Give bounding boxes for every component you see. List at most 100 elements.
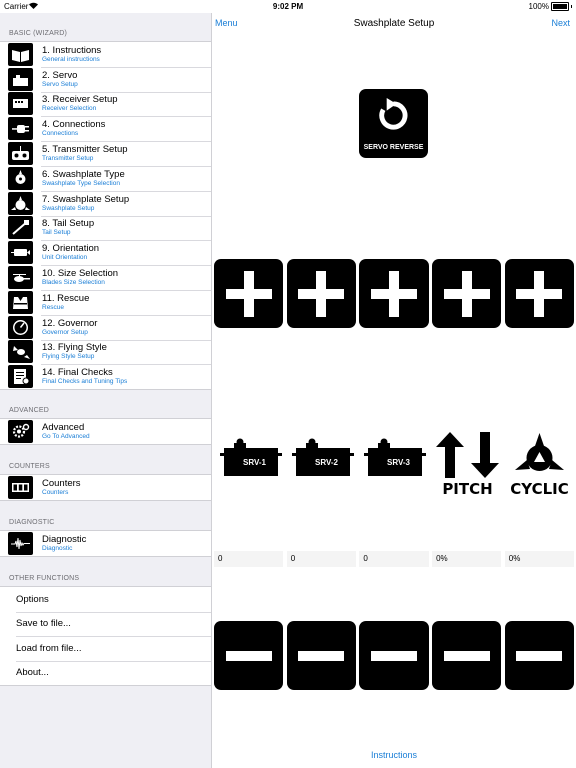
next-button[interactable]: Next	[551, 18, 570, 28]
minus-button-srv2[interactable]	[286, 621, 356, 690]
book-icon	[8, 42, 33, 66]
sidebar-item-title: Advanced	[42, 422, 85, 433]
sidebar-item-title: 9. Orientation	[42, 243, 100, 255]
transmitter-icon	[8, 142, 33, 166]
rescue-vest-icon	[8, 290, 33, 314]
sidebar-item-subtitle: Flying Style Setup	[42, 353, 95, 361]
sidebar-item-title: 11. Rescue	[42, 292, 90, 304]
plus-button-srv1[interactable]	[214, 259, 284, 328]
minus-button-cyclic[interactable]	[504, 621, 574, 690]
reverse-arrow-icon	[379, 98, 408, 130]
plus-button-row	[214, 259, 574, 328]
battery-percent: 100%	[528, 2, 549, 11]
swashplate-icon	[8, 191, 33, 215]
minus-button-srv1[interactable]	[214, 621, 284, 690]
sidebar-item-10[interactable]: 10. Size Selection Blades Size Selection	[0, 265, 211, 290]
basic-wizard-list: 1. Instructions General instructions 2. Se…	[0, 41, 211, 391]
servo-reverse-label: SERVO REVERSE	[363, 144, 424, 151]
sidebar-item-subtitle: Rescue	[42, 303, 65, 311]
other-functions-list: Options Save to file... Load from file..…	[0, 586, 211, 686]
load-from-file-item[interactable]: Load from file...	[0, 636, 211, 661]
sidebar-item-subtitle: Final Checks and Tuning Tips	[42, 378, 128, 386]
sidebar-item-subtitle: Go To Advanced	[42, 433, 90, 440]
sidebar-item-8[interactable]: 8. Tail Setup Tail Setup	[0, 215, 211, 241]
servo-label: SRV-3	[387, 458, 410, 467]
section-header-other: OTHER FUNCTIONS	[9, 575, 80, 582]
minus-icon	[516, 650, 563, 661]
counter-icon	[8, 476, 33, 499]
servo-label: SRV-1	[243, 458, 266, 467]
minus-icon	[225, 650, 272, 661]
minus-button-pitch[interactable]	[432, 621, 502, 690]
plus-button-cyclic[interactable]	[504, 259, 574, 328]
sidebar-item-6[interactable]: 6. Swashplate Type Swashplate Type Select…	[0, 165, 211, 191]
sidebar-item-subtitle: Servo Setup	[42, 80, 78, 88]
servo-3: SRV-3	[364, 433, 433, 503]
sidebar-item-title: 5. Transmitter Setup	[42, 144, 128, 156]
sidebar-item-title: Diagnostic	[42, 534, 87, 545]
sidebar-item-advanced[interactable]: Advanced Go To Advanced	[0, 419, 211, 444]
sidebar-item-subtitle: Connections	[42, 130, 79, 138]
plus-button-pitch[interactable]	[432, 259, 502, 328]
pitch-label: PITCH	[442, 480, 493, 498]
servo-2: SRV-2	[292, 433, 361, 503]
value-pitch: 0%	[432, 551, 502, 567]
minus-icon	[298, 650, 345, 661]
sidebar-item-subtitle: Counters	[42, 489, 69, 496]
sidebar-item-title: 1. Instructions	[42, 44, 102, 56]
sidebar-item-title: 8. Tail Setup	[42, 218, 95, 230]
options-item[interactable]: Options	[0, 587, 211, 612]
cyclic-swashplate-icon	[515, 433, 564, 471]
sidebar-item-counters[interactable]: Counters Counters	[0, 475, 211, 500]
sidebar-item-11[interactable]: 11. Rescue Rescue	[0, 289, 211, 315]
sidebar-item-subtitle: Unit Orientation	[42, 254, 88, 262]
sidebar: BASIC (WIZARD) 1. Instructions General in…	[0, 13, 212, 768]
sidebar-item-14[interactable]: 14. Final Checks Final Checks and Tuning …	[0, 364, 211, 389]
instructions-link[interactable]: Instructions	[212, 750, 576, 760]
sidebar-item-3[interactable]: 3. Receiver Setup Receiver Selection	[0, 91, 211, 117]
plus-button-srv2[interactable]	[286, 259, 356, 328]
tail-icon	[8, 216, 33, 240]
sidebar-item-4[interactable]: 4. Connections Connections	[0, 116, 211, 141]
about-item[interactable]: About...	[0, 660, 211, 686]
minus-icon	[370, 650, 417, 661]
waveform-icon	[8, 532, 33, 555]
battery-indicator: 100%	[529, 2, 572, 11]
sidebar-item-7[interactable]: 7. Swashplate Setup Swashplate Setup	[0, 190, 211, 216]
sidebar-item-9[interactable]: 9. Orientation Unit Orientation	[0, 240, 211, 265]
sidebar-item-1[interactable]: 1. Instructions General instructions	[0, 42, 211, 67]
sidebar-item-title: Counters	[42, 478, 81, 489]
servo-icon	[8, 67, 33, 91]
minus-button-srv3[interactable]	[359, 621, 429, 690]
save-to-file-item[interactable]: Save to file...	[0, 611, 211, 637]
sidebar-item-subtitle: Governor Setup	[42, 328, 88, 336]
gears-icon	[8, 420, 33, 443]
sidebar-item-subtitle: General instructions	[42, 55, 100, 63]
status-bar: Carrier 9:02 PM 100%	[0, 0, 576, 13]
cyclic-label: CYCLIC	[510, 480, 569, 498]
value-srv1: 0	[214, 551, 284, 567]
sidebar-item-2[interactable]: 2. Servo Servo Setup	[0, 66, 211, 92]
sidebar-item-title: 7. Swashplate Setup	[42, 193, 130, 205]
pitch-control: PITCH	[433, 432, 502, 503]
sidebar-item-5[interactable]: 5. Transmitter Setup Transmitter Setup	[0, 141, 211, 166]
helicopter-size-icon	[8, 266, 33, 290]
sidebar-item-title: 10. Size Selection	[42, 268, 119, 280]
page-title: Swashplate Setup	[353, 18, 435, 29]
sidebar-item-12[interactable]: 12. Governor Governor Setup	[0, 314, 211, 340]
sidebar-item-13[interactable]: 13. Flying Style Flying Style Setup	[0, 339, 211, 365]
servo-label: SRV-2	[315, 458, 338, 467]
flying-style-icon	[8, 340, 33, 364]
orientation-icon	[8, 241, 33, 265]
plus-button-srv3[interactable]	[359, 259, 429, 328]
plus-icon	[298, 270, 345, 317]
clock: 9:02 PM	[272, 2, 304, 11]
servo-reverse-button[interactable]: SERVO REVERSE	[359, 89, 428, 158]
sidebar-item-diagnostic[interactable]: Diagnostic Diagnostic	[0, 531, 211, 556]
section-header-basic: BASIC (WIZARD)	[9, 30, 68, 37]
plug-icon	[8, 117, 33, 141]
sidebar-item-title: 12. Governor	[42, 317, 98, 329]
plus-icon	[443, 270, 490, 317]
value-cyclic: 0%	[504, 551, 574, 567]
minus-icon	[443, 650, 490, 661]
